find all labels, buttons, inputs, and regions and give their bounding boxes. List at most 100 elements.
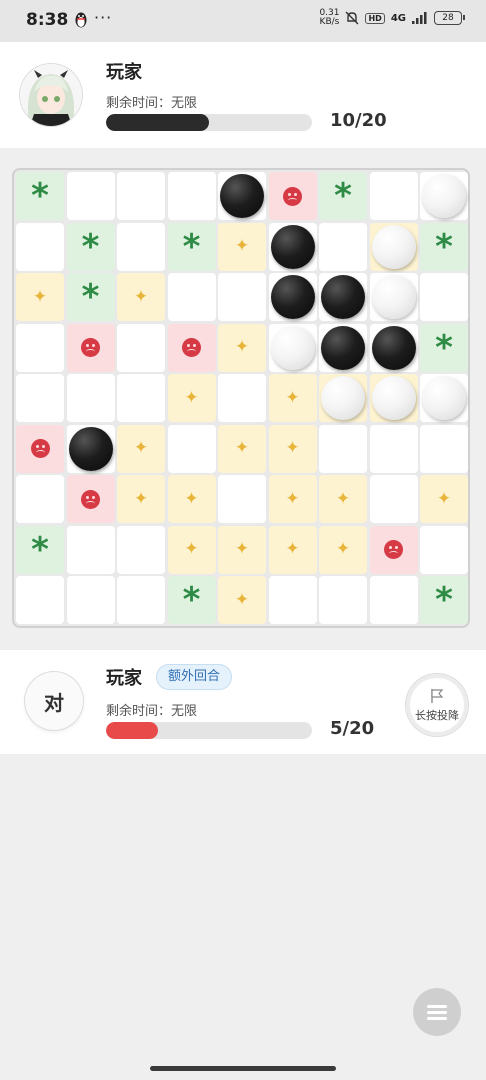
empty-cell[interactable] — [117, 374, 165, 422]
spark-cell[interactable]: ✦ — [167, 374, 216, 422]
bonus-cell[interactable]: * — [16, 172, 64, 220]
penalty-cell[interactable] — [268, 172, 317, 220]
empty-cell[interactable] — [420, 374, 468, 422]
spark-cell[interactable]: ✦ — [420, 475, 468, 523]
bonus-cell[interactable]: * — [167, 576, 216, 624]
empty-cell[interactable] — [268, 323, 317, 372]
spark-cell[interactable]: ✦ — [218, 576, 266, 624]
white-stone — [270, 325, 315, 370]
empty-cell[interactable] — [268, 222, 317, 271]
home-indicator[interactable] — [150, 1066, 336, 1071]
spark-cell[interactable]: ✦ — [16, 273, 64, 321]
empty-cell[interactable] — [319, 222, 367, 271]
bonus-cell[interactable]: * — [420, 323, 468, 372]
penalty-cell[interactable] — [167, 323, 216, 372]
empty-cell[interactable] — [117, 323, 165, 372]
spark-cell[interactable]: ✦ — [218, 222, 266, 271]
avatar[interactable] — [20, 64, 82, 126]
bonus-cell[interactable]: * — [16, 525, 64, 574]
empty-cell[interactable] — [369, 424, 418, 473]
empty-cell[interactable] — [369, 273, 418, 321]
penalty-cell[interactable] — [16, 424, 64, 473]
empty-cell[interactable] — [167, 273, 216, 321]
sparkle-icon: ✦ — [133, 438, 149, 458]
surrender-button[interactable]: 长按投降 — [406, 674, 468, 736]
surrender-label: 长按投降 — [415, 708, 459, 722]
empty-cell[interactable] — [369, 475, 418, 523]
empty-cell[interactable] — [16, 475, 64, 523]
empty-cell[interactable] — [218, 273, 266, 321]
empty-cell[interactable] — [420, 172, 468, 220]
black-stone — [270, 275, 315, 319]
bonus-cell[interactable]: * — [167, 222, 216, 271]
empty-cell[interactable] — [319, 273, 367, 321]
empty-cell[interactable] — [218, 172, 266, 220]
empty-cell[interactable] — [167, 424, 216, 473]
empty-cell[interactable] — [420, 525, 468, 574]
empty-cell[interactable] — [369, 323, 418, 372]
empty-cell[interactable] — [66, 172, 115, 220]
signal-icon — [412, 12, 427, 24]
empty-cell[interactable] — [420, 424, 468, 473]
empty-cell[interactable] — [268, 576, 317, 624]
white-stone — [371, 224, 416, 269]
penalty-cell[interactable] — [66, 323, 115, 372]
network-speed: 0.31 KB/s — [319, 8, 340, 27]
player-progress-bar — [106, 722, 312, 739]
bonus-cell[interactable]: * — [66, 273, 115, 321]
empty-cell[interactable] — [117, 576, 165, 624]
spark-cell[interactable] — [369, 222, 418, 271]
empty-cell[interactable] — [319, 424, 367, 473]
empty-cell[interactable] — [167, 172, 216, 220]
sparkle-icon: ✦ — [335, 488, 351, 509]
spark-cell[interactable] — [369, 374, 418, 422]
bonus-cell[interactable]: * — [420, 222, 468, 271]
empty-cell[interactable] — [420, 273, 468, 321]
empty-cell[interactable] — [218, 374, 266, 422]
spark-cell[interactable]: ✦ — [218, 525, 266, 574]
spark-cell[interactable]: ✦ — [117, 424, 165, 473]
star-icon: * — [31, 529, 49, 570]
empty-cell[interactable] — [16, 374, 64, 422]
penalty-cell[interactable] — [369, 525, 418, 574]
empty-cell[interactable] — [369, 172, 418, 220]
empty-cell[interactable] — [117, 525, 165, 574]
black-stone — [321, 275, 365, 319]
star-icon: * — [81, 277, 100, 317]
sparkle-icon: ✦ — [234, 539, 250, 559]
turn-indicator: 对 — [25, 672, 83, 730]
empty-cell[interactable] — [16, 323, 64, 372]
spark-cell[interactable]: ✦ — [268, 374, 317, 422]
empty-cell[interactable] — [66, 424, 115, 473]
empty-cell[interactable] — [66, 374, 115, 422]
bonus-cell[interactable]: * — [66, 222, 115, 271]
white-stone — [371, 376, 416, 420]
spark-cell[interactable]: ✦ — [268, 475, 317, 523]
penalty-cell[interactable] — [66, 475, 115, 523]
empty-cell[interactable] — [117, 172, 165, 220]
spark-cell[interactable]: ✦ — [268, 525, 317, 574]
empty-cell[interactable] — [117, 222, 165, 271]
spark-cell[interactable]: ✦ — [319, 525, 367, 574]
spark-cell[interactable] — [319, 374, 367, 422]
menu-button[interactable] — [413, 988, 461, 1036]
bonus-cell[interactable]: * — [319, 172, 367, 220]
empty-cell[interactable] — [369, 576, 418, 624]
empty-cell[interactable] — [218, 475, 266, 523]
empty-cell[interactable] — [268, 273, 317, 321]
empty-cell[interactable] — [66, 576, 115, 624]
spark-cell[interactable]: ✦ — [167, 525, 216, 574]
spark-cell[interactable]: ✦ — [218, 323, 266, 372]
empty-cell[interactable] — [16, 222, 64, 271]
empty-cell[interactable] — [319, 576, 367, 624]
empty-cell[interactable] — [16, 576, 64, 624]
empty-cell[interactable] — [66, 525, 115, 574]
bonus-cell[interactable]: * — [420, 576, 468, 624]
spark-cell[interactable]: ✦ — [117, 273, 165, 321]
spark-cell[interactable]: ✦ — [117, 475, 165, 523]
spark-cell[interactable]: ✦ — [268, 424, 317, 473]
spark-cell[interactable]: ✦ — [218, 424, 266, 473]
spark-cell[interactable]: ✦ — [319, 475, 367, 523]
empty-cell[interactable] — [319, 323, 367, 372]
spark-cell[interactable]: ✦ — [167, 475, 216, 523]
